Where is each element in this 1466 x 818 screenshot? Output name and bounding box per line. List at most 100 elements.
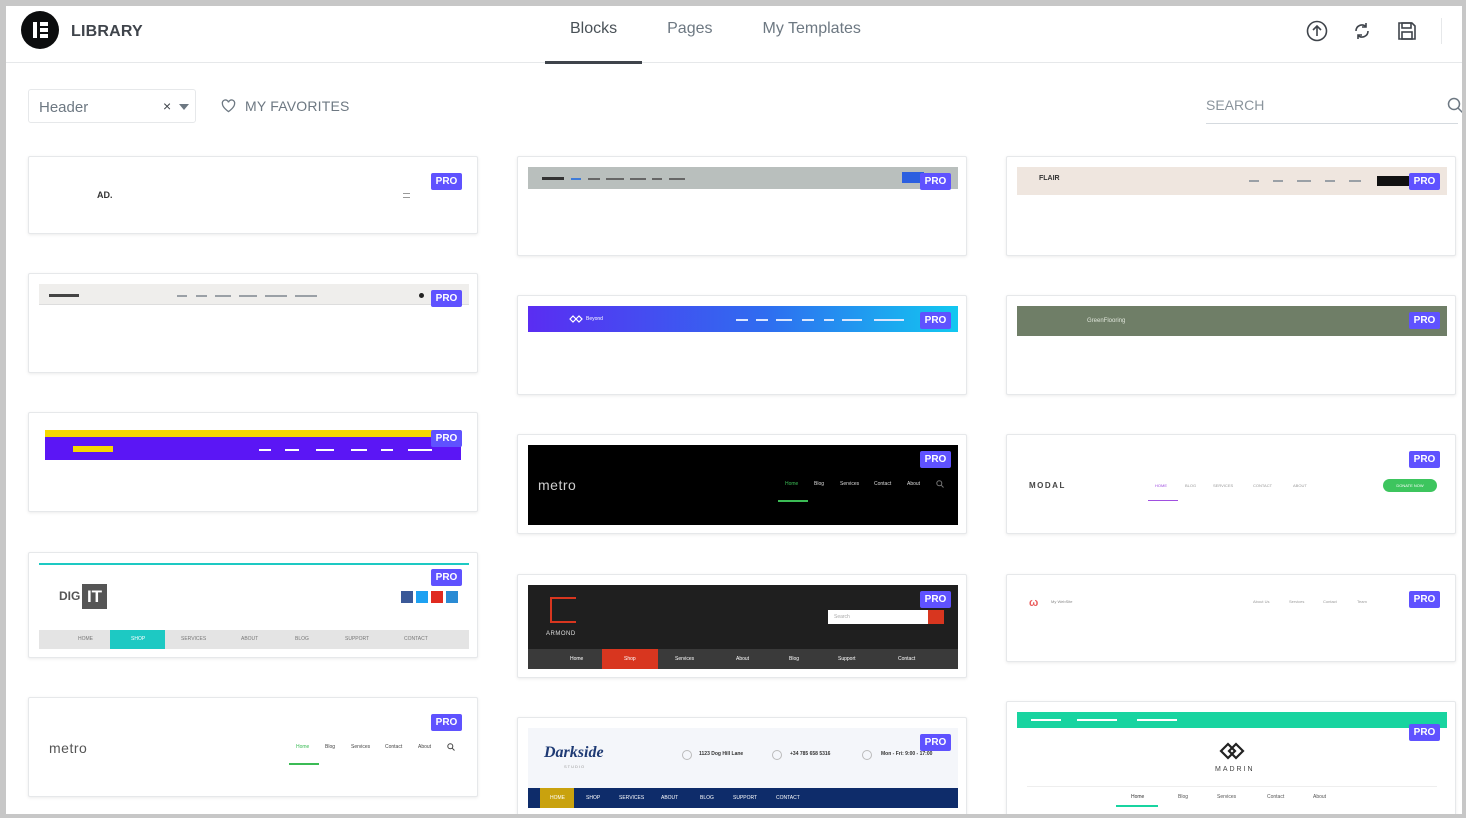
template-card[interactable]: DIG IT HOME SHOP SERVICES ABOUT BLOG SUP… [28,552,478,658]
nav-item: Services [351,744,371,750]
nav-item: HOME [550,795,565,801]
nav-item: SHOP [586,795,601,801]
save-icon[interactable] [1394,19,1419,44]
clear-icon[interactable]: × [163,98,171,114]
nav-item: CONTACT [404,636,428,642]
header-preview-topline [39,563,469,565]
pro-badge: PRO [1409,724,1440,741]
pinterest-icon [431,591,443,603]
nav-item: CONTACT [1253,483,1273,488]
nav-item: ABOUT [241,636,259,642]
nav-placeholder [408,449,432,451]
pro-badge: PRO [431,430,462,447]
nav-placeholder [381,449,393,451]
header-preview [1017,306,1447,336]
card-logo: MODAL [1029,481,1066,490]
nav-item: Home [570,656,584,662]
pro-badge: PRO [920,312,951,329]
search-icon [447,743,455,751]
template-card[interactable]: PRO [28,273,478,373]
template-card[interactable]: ω My WebSite About Us Services Contact T… [1006,574,1456,662]
category-select-value: Header [39,99,89,116]
header-preview-topline [45,430,461,437]
preview-search-input: Search [828,610,928,624]
location-icon [682,750,692,760]
pro-badge: PRO [1409,591,1440,608]
nav-item: About [907,481,921,487]
template-card[interactable]: MADRIN Home Blog Services Contact About … [1006,701,1456,814]
card-logo: metro [538,477,577,493]
card-logo: Beyond [586,316,603,322]
chevron-down-icon[interactable] [179,104,189,110]
template-card[interactable]: PRO [517,156,967,256]
nav-item: SUPPORT [733,795,758,801]
nav-placeholder [1297,180,1311,182]
nav-placeholder [669,178,685,180]
nav-placeholder [196,295,207,297]
template-card[interactable]: Beyond PRO [517,295,967,395]
card-logo: ARMOND [546,631,576,637]
nav-item: HOME [1155,483,1167,488]
nav-item: Contact [898,656,916,662]
library-tabs: Blocks Pages My Templates [545,6,886,64]
nav-item: ABOUT [1293,483,1307,488]
topbar-placeholder [1031,719,1061,721]
nav-item: About [1313,794,1327,800]
info-item: +34 785 658 5316 [790,751,831,757]
card-logo-box: IT [82,584,107,609]
nav-divider [1027,786,1437,787]
template-card[interactable]: AD. PRO [28,156,478,234]
info-item: Mon - Fri: 9:00 - 17:00 [881,751,933,757]
nav-placeholder [259,449,271,451]
nav-item: Support [838,656,856,662]
template-card[interactable]: PRO [28,412,478,512]
nav-item: Contact [874,481,892,487]
tab-pages[interactable]: Pages [642,6,737,63]
nav-item: HOME [78,636,93,642]
tab-blocks[interactable]: Blocks [545,6,643,64]
nav-item: SERVICES [619,795,645,801]
template-card[interactable]: FLAIR PRO [1006,156,1456,256]
nav-placeholder [630,178,646,180]
nav-item: Home [785,481,799,487]
nav-placeholder [874,319,904,321]
template-card[interactable]: metro Home Blog Services Contact About P… [517,434,967,534]
nav-placeholder [351,449,367,451]
preview-search-button [928,610,944,624]
nav-item: About Us [1253,599,1270,604]
nav-active-underline [1116,805,1158,807]
sync-icon[interactable] [1349,19,1374,44]
category-select[interactable]: Header × [28,89,196,123]
nav-item: SERVICES [181,636,207,642]
upload-icon[interactable] [1304,19,1329,44]
template-card[interactable]: GreenFlooring PRO [1006,295,1456,395]
card-logo: FLAIR [1039,175,1060,182]
search-icon[interactable] [1447,97,1462,114]
nav-item: Services [840,481,860,487]
nav-item: SHOP [131,636,146,642]
elementor-logo-icon [21,11,59,49]
pro-badge: PRO [431,173,462,190]
info-item: 1123 Dog Hill Lane [699,751,744,757]
search-input[interactable] [1206,90,1426,120]
nav-item: Blog [789,656,800,662]
template-card[interactable]: metro Home Blog Services Contact About P… [28,697,478,797]
nav-item: About [736,656,750,662]
nav-placeholder [177,295,187,297]
card-logo: My WebSite [1051,599,1073,604]
preview-logo [542,177,564,180]
template-card[interactable]: ARMOND Search Home Shop Services About B… [517,574,967,678]
preview-logo-icon [1219,742,1245,760]
facebook-icon [401,591,413,603]
template-card[interactable]: MODAL HOME BLOG SERVICES CONTACT ABOUT D… [1006,434,1456,534]
nav-item: Shop [624,656,636,662]
card-logo-mark [550,597,576,623]
nav-item: Team [1357,599,1367,604]
template-card[interactable]: Darkside STUDIO 1123 Dog Hill Lane +34 7… [517,717,967,814]
tab-my-templates[interactable]: My Templates [738,6,886,63]
menu-icon [403,193,410,198]
pro-badge: PRO [920,591,951,608]
nav-placeholder [824,319,834,321]
nav-placeholder [736,319,748,321]
my-favorites-filter[interactable]: MY FAVORITES [221,98,350,114]
